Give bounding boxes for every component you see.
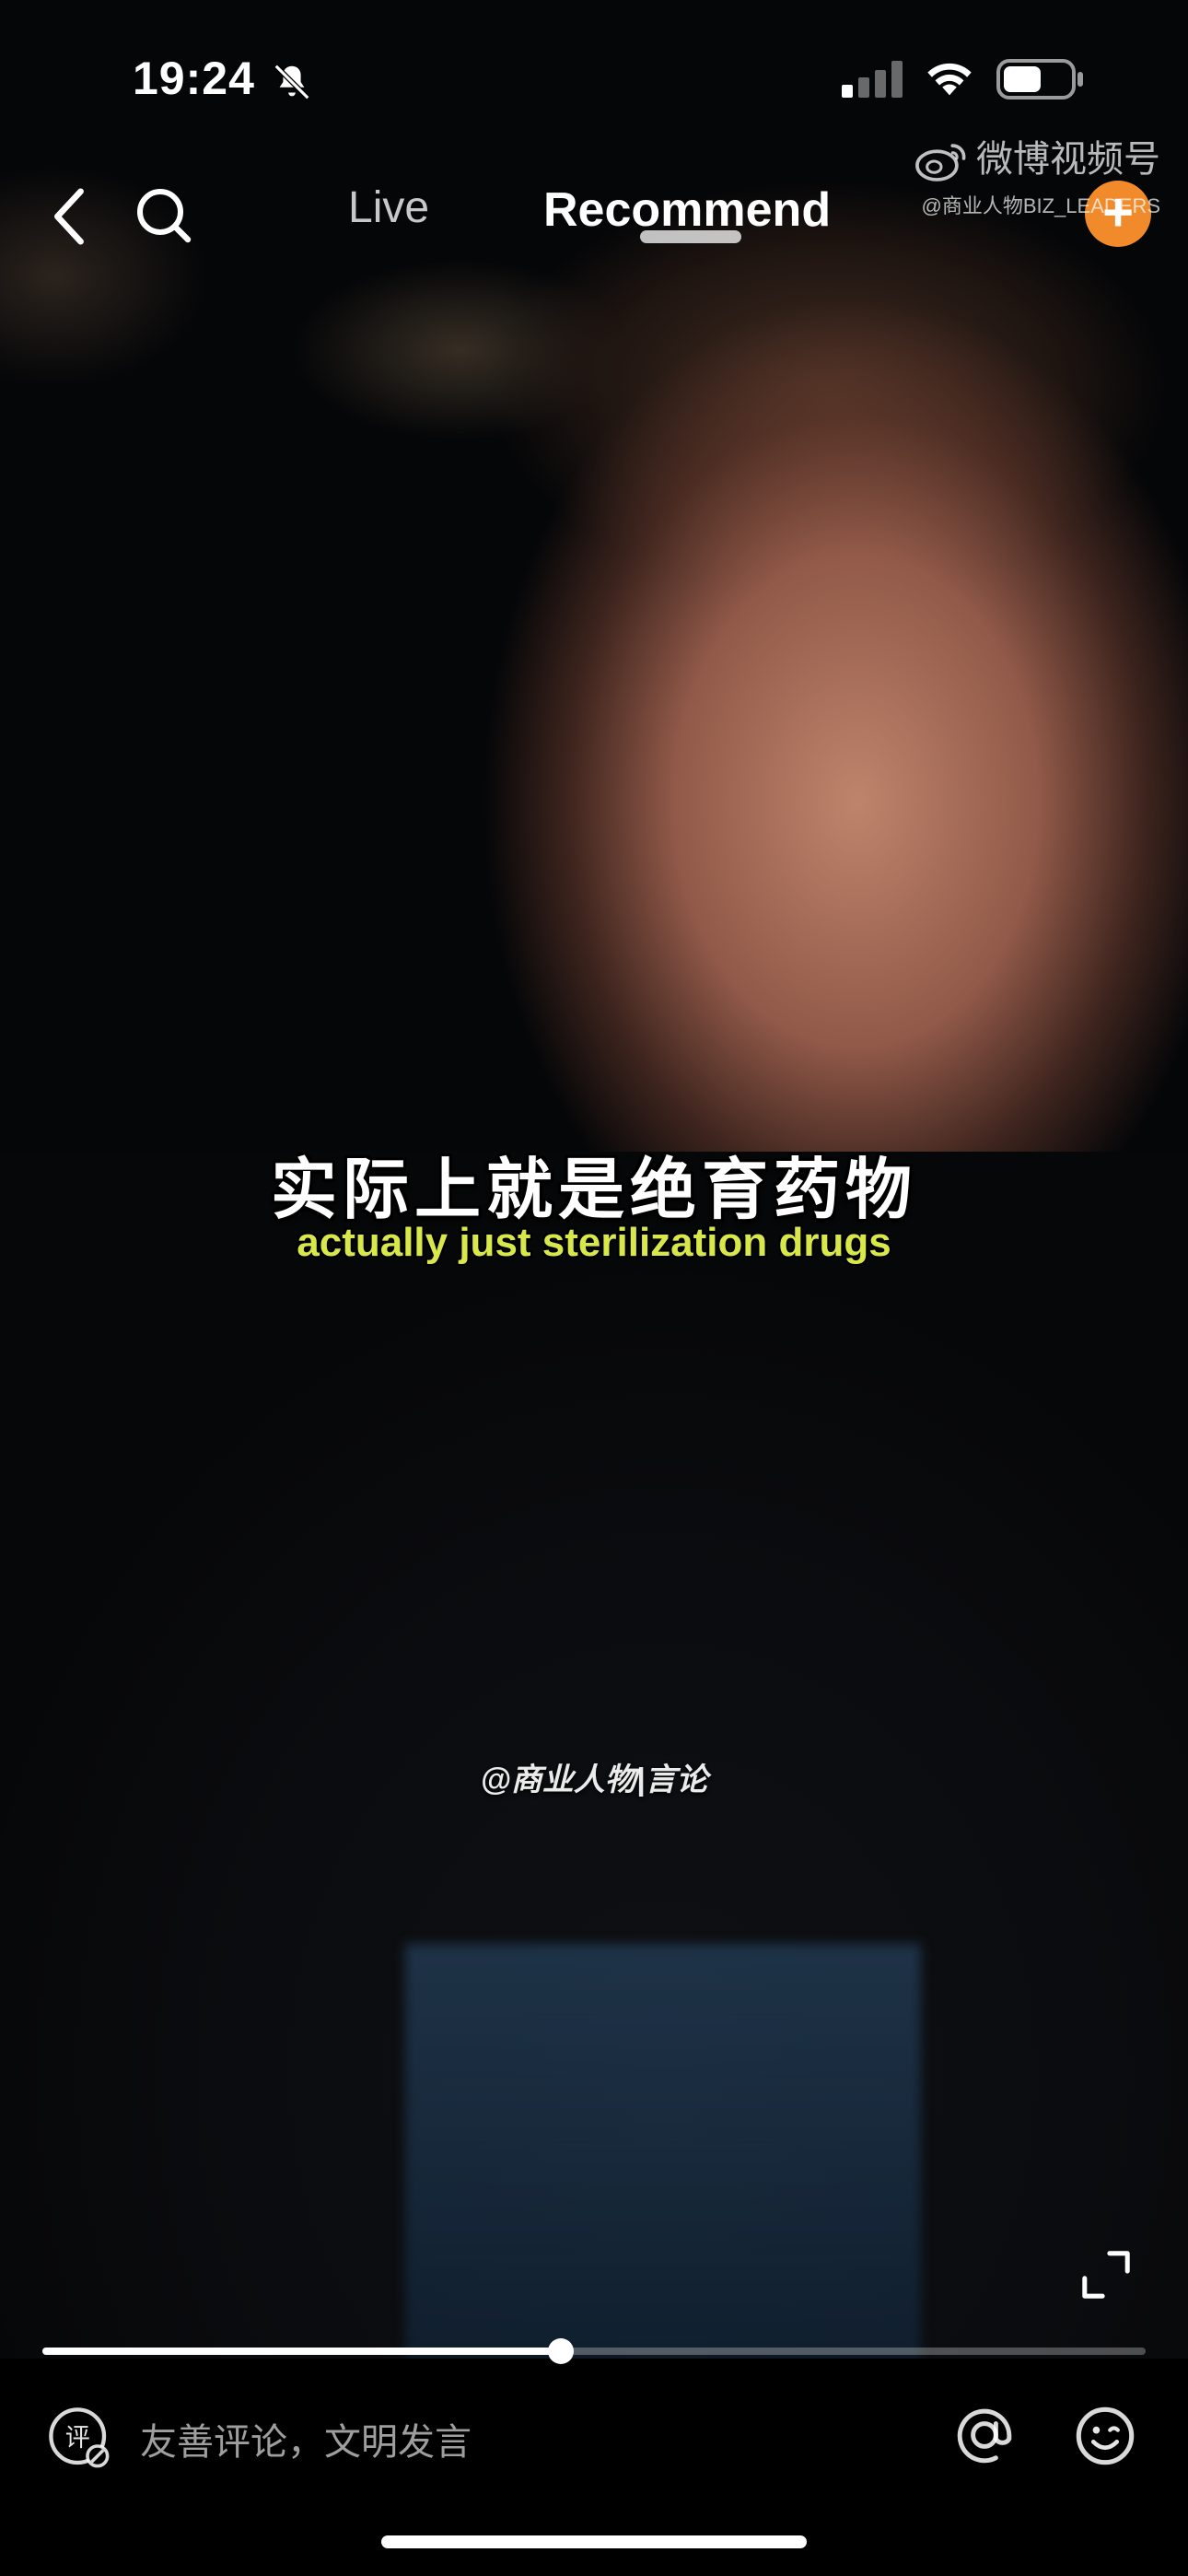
back-chevron-icon[interactable] [48,184,88,249]
watermark-brand: 微博视频号 [976,139,1160,180]
progress-fill [42,2348,562,2355]
at-mention-icon[interactable] [954,2405,1015,2465]
home-indicator [381,2535,807,2548]
tab-live[interactable]: Live [348,182,429,233]
emoji-icon[interactable] [1074,2405,1136,2467]
wifi-icon [927,63,972,96]
tab-recommend[interactable]: Recommend [543,182,831,238]
weibo-watermark: 微博视频号 @商业人物BIZ_LEADERS [912,129,1160,219]
comment-icon[interactable]: 评 [46,2405,112,2471]
battery-icon [996,59,1083,100]
active-tab-indicator [640,230,741,243]
comment-input[interactable]: 友善评论，文明发言 [140,2412,472,2465]
channel-handle: @商业人物|言论 [480,1762,708,1797]
weibo-logo-icon [915,144,966,182]
watermark-handle: @商业人物BIZ_LEADERS [921,194,1161,218]
fullscreen-icon[interactable] [1079,2248,1133,2301]
search-icon[interactable] [134,186,193,245]
status-time: 19:24 [133,53,255,104]
progress-thumb[interactable] [548,2338,575,2364]
bell-muted-icon [274,64,310,100]
video-progress-bar[interactable] [42,2338,1146,2364]
video-player-screen: 19:24 Live Recommend + 微博视频号 @商业人物BIZ_LE… [0,0,1188,2576]
subtitle-chinese: 实际上就是绝育药物 [270,1153,917,1227]
subtitle-english: actually just sterilization drugs [297,1220,891,1265]
comment-icon-char: 评 [65,2424,90,2453]
video-shirt-print [405,1944,921,2359]
comment-bar: 评 友善评论，文明发言 [0,2386,1188,2478]
cellular-signal-icon [842,61,903,98]
